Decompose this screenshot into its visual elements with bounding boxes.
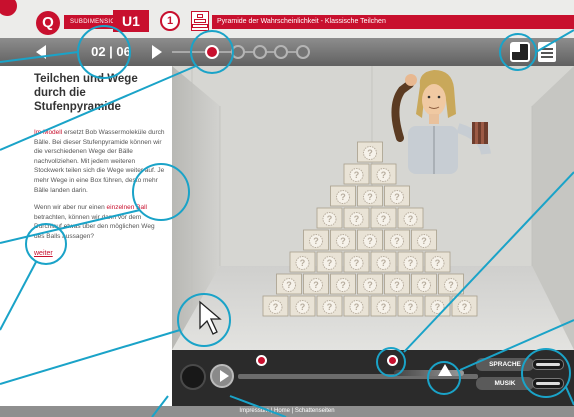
box-question-mark: ?	[394, 280, 400, 290]
box-question-mark: ?	[273, 302, 279, 312]
box-question-mark: ?	[367, 236, 373, 246]
box-question-mark: ?	[448, 280, 454, 290]
box-question-mark: ?	[435, 302, 441, 312]
box-question-mark: ?	[367, 192, 373, 202]
panel-paragraph-2: Wenn wir aber nur einen einzelnen Ball b…	[34, 203, 166, 241]
scene-illustration: ????????????????????????????????????	[172, 66, 574, 350]
box-question-mark: ?	[286, 280, 292, 290]
weiter-link[interactable]: weiter	[34, 250, 166, 257]
lesson-title: Pyramide der Wahrscheinlichkeit - Klassi…	[212, 15, 574, 29]
footer-links[interactable]: Impressum | Home | Schattenseiten	[0, 406, 574, 417]
panel-title: Teilchen und Wege durch die Stufenpyrami…	[34, 73, 138, 113]
unit-step-badge[interactable]: 1	[160, 11, 180, 31]
step-dot-4[interactable]	[274, 45, 288, 59]
pyramid-icon[interactable]	[191, 11, 209, 31]
timeline-marker-start[interactable]	[256, 355, 267, 366]
box-question-mark: ?	[381, 170, 387, 180]
arrow-right-icon[interactable]	[152, 45, 162, 59]
highlight-im-modell[interactable]: Im Modell	[34, 129, 62, 136]
box-question-mark: ?	[340, 280, 346, 290]
layout-toggle-icon[interactable]	[510, 42, 530, 62]
box-question-mark: ?	[354, 302, 360, 312]
pyramid-scene: ????????????????????????????????????	[172, 66, 574, 350]
sprache-slider[interactable]	[532, 359, 564, 370]
navigation-bar: 02 | 06	[0, 38, 574, 66]
box-question-mark: ?	[327, 302, 333, 312]
arrow-left-icon[interactable]	[36, 45, 46, 59]
play-button[interactable]	[210, 364, 234, 388]
box-question-mark: ?	[300, 258, 306, 268]
box-question-mark: ?	[462, 302, 468, 312]
box-question-mark: ?	[300, 302, 306, 312]
sprache-label: SPRACHE	[476, 358, 534, 371]
play-icon	[220, 370, 229, 382]
paragraph-2-start: Wenn wir aber nur einen	[34, 204, 107, 212]
paragraph-2-end: betrachten, können wir dann vor dem Durc…	[34, 213, 155, 240]
box-question-mark: ?	[421, 236, 427, 246]
volume-track[interactable]	[394, 370, 464, 376]
box-question-mark: ?	[354, 214, 360, 224]
step-dot-2[interactable]	[231, 45, 245, 59]
box-question-mark: ?	[435, 258, 441, 268]
step-dot-1[interactable]	[205, 45, 219, 59]
box-question-mark: ?	[354, 170, 360, 180]
box-question-mark: ?	[381, 258, 387, 268]
app-header: Q SUBDIMENSION U1 1 Pyramide der Wahrsch…	[0, 0, 574, 38]
page-counter: 02 | 06	[91, 44, 131, 59]
box-question-mark: ?	[367, 148, 373, 158]
box-question-mark: ?	[408, 302, 414, 312]
logo[interactable]: Q	[36, 11, 60, 35]
box-question-mark: ?	[327, 258, 333, 268]
box-question-mark: ?	[421, 280, 427, 290]
box-question-mark: ?	[340, 192, 346, 202]
step-dot-3[interactable]	[253, 45, 267, 59]
audio-toggle[interactable]	[180, 364, 206, 390]
timeline-marker-current[interactable]	[387, 355, 398, 366]
paragraph-1-text: ersetzt Bob Wassermoleküle durch Bälle. …	[34, 129, 165, 194]
box-question-mark: ?	[394, 192, 400, 202]
volume-thumb[interactable]	[438, 364, 452, 376]
box-question-mark: ?	[394, 236, 400, 246]
notes-icon[interactable]	[538, 42, 556, 62]
musik-label: MUSIK	[476, 377, 534, 390]
box-question-mark: ?	[381, 214, 387, 224]
step-dot-5[interactable]	[296, 45, 310, 59]
media-controls: SPRACHE MUSIK	[172, 350, 574, 406]
box-question-mark: ?	[313, 280, 319, 290]
box-question-mark: ?	[367, 280, 373, 290]
box-question-mark: ?	[408, 214, 414, 224]
panel-paragraph-1: Im Modell ersetzt Bob Wassermoleküle dur…	[34, 128, 166, 195]
box-question-mark: ?	[408, 258, 414, 268]
text-panel: Teilchen und Wege durch die Stufenpyrami…	[0, 66, 172, 406]
highlight-einzelnen-ball[interactable]: einzelnen Ball	[107, 204, 147, 211]
box-question-mark: ?	[313, 236, 319, 246]
box-question-mark: ?	[381, 302, 387, 312]
musik-slider[interactable]	[532, 378, 564, 389]
box-question-mark: ?	[327, 214, 333, 224]
box-question-mark: ?	[354, 258, 360, 268]
unit-tag[interactable]: U1	[113, 10, 149, 32]
box-question-mark: ?	[340, 236, 346, 246]
